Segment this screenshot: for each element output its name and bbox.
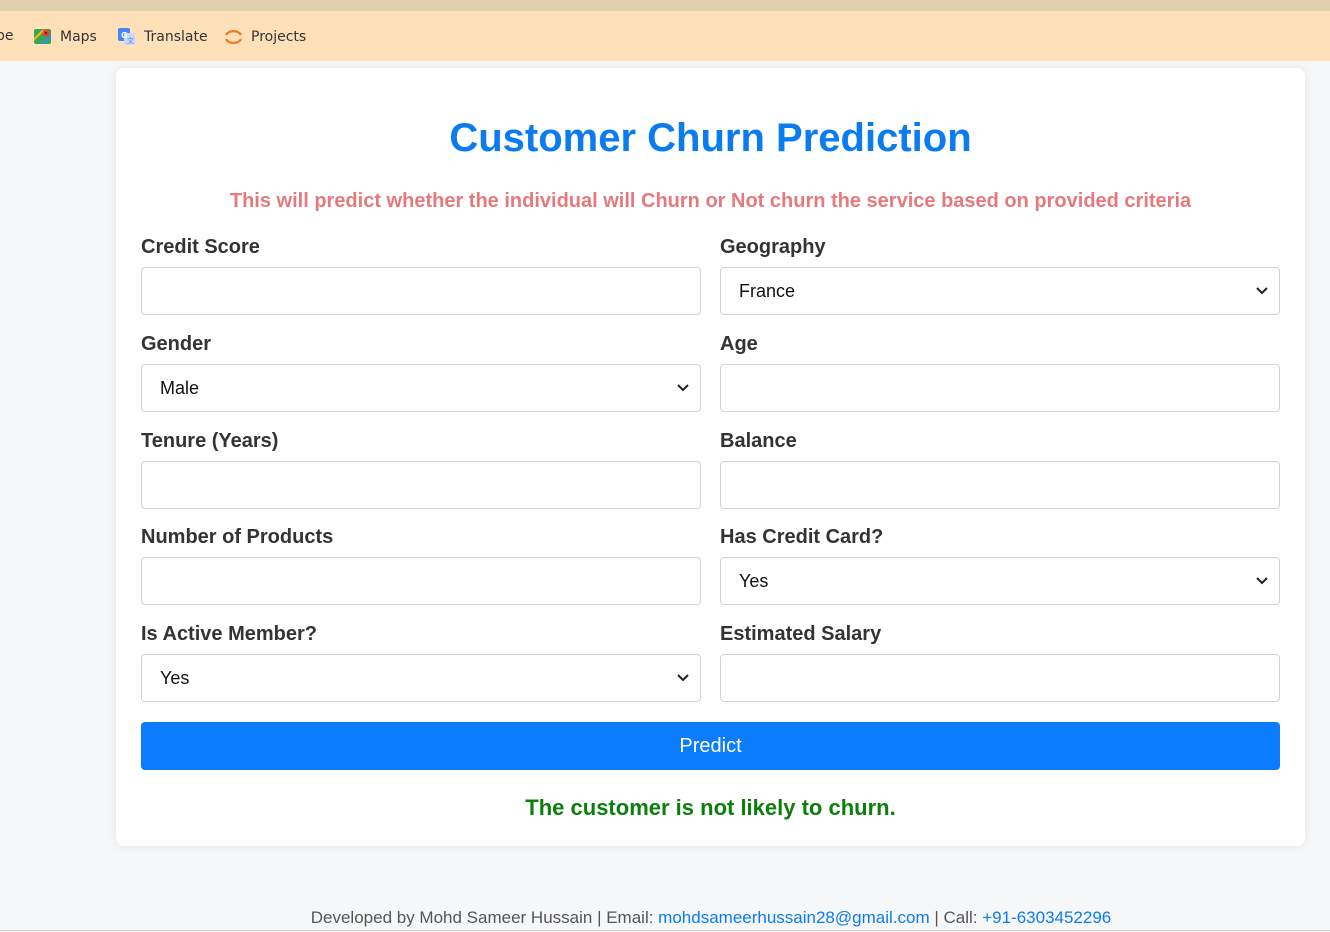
maps-icon (33, 27, 52, 46)
prediction-result: The customer is not likely to churn. (525, 795, 896, 820)
num-products-input[interactable] (141, 557, 701, 605)
estimated-salary-input[interactable] (720, 654, 1280, 702)
bookmark-label: Translate (144, 28, 208, 45)
num-products-group: Number of Products (141, 526, 701, 605)
has-credit-card-select[interactable]: Yes (720, 557, 1280, 605)
balance-group: Balance (720, 430, 1280, 509)
chevron-down-icon (1256, 287, 1268, 295)
tenure-group: Tenure (Years) (141, 430, 701, 509)
num-products-label: Number of Products (141, 526, 334, 548)
bookmarks-bar: pe Maps G 文 Translate Projects (0, 11, 1330, 61)
phone-link[interactable]: +91-6303452296 (982, 908, 1111, 927)
email-link[interactable]: mohdsameerhussain28@gmail.com (658, 908, 929, 927)
gender-label: Gender (141, 333, 212, 355)
has-credit-card-label: Has Credit Card? (720, 526, 884, 548)
age-group: Age (720, 333, 1280, 412)
credit-score-input[interactable] (141, 267, 701, 315)
footer-prefix: Developed by Mohd Sameer Hussain | Email… (310, 908, 659, 927)
chevron-down-icon (677, 674, 689, 682)
translate-icon: G 文 (117, 27, 136, 46)
credit-score-label: Credit Score (141, 236, 260, 258)
tenure-label: Tenure (Years) (141, 430, 279, 452)
geography-select[interactable]: France (720, 267, 1280, 315)
bookmark-label: pe (0, 28, 14, 44)
tenure-input[interactable] (141, 461, 701, 509)
page-subtitle: This will predict whether the individual… (229, 190, 1192, 212)
geography-group: Geography France (720, 236, 1280, 315)
browser-tab-strip (0, 0, 1330, 11)
age-label: Age (720, 333, 758, 355)
has-credit-card-group: Has Credit Card? Yes (720, 526, 1280, 605)
footer-divider (0, 930, 1330, 931)
active-member-label: Is Active Member? (141, 623, 317, 645)
predict-button[interactable]: Predict (141, 722, 1280, 770)
estimated-salary-group: Estimated Salary (720, 623, 1280, 702)
svg-text:文: 文 (127, 36, 134, 45)
page-title: Customer Churn Prediction (449, 116, 972, 160)
bookmark-item-truncated[interactable]: pe (0, 28, 14, 44)
footer: Developed by Mohd Sameer Hussain | Email… (0, 908, 1330, 928)
chevron-down-icon (1256, 577, 1268, 585)
prediction-card: Customer Churn Prediction This will pred… (116, 68, 1305, 846)
has-credit-card-value: Yes (739, 570, 769, 591)
gender-group: Gender Male (141, 333, 701, 412)
geography-label: Geography (720, 236, 826, 258)
active-member-select[interactable]: Yes (141, 654, 701, 702)
bookmark-label: Projects (251, 28, 307, 45)
balance-input[interactable] (720, 461, 1280, 509)
balance-label: Balance (720, 430, 797, 452)
bookmark-maps[interactable]: Maps (33, 27, 97, 46)
chevron-down-icon (677, 384, 689, 392)
geography-value: France (739, 280, 796, 301)
gender-select[interactable]: Male (141, 364, 701, 412)
active-member-value: Yes (160, 667, 190, 688)
estimated-salary-label: Estimated Salary (720, 623, 882, 645)
gender-value: Male (160, 377, 200, 398)
credit-score-group: Credit Score (141, 236, 701, 315)
age-input[interactable] (720, 364, 1280, 412)
active-member-group: Is Active Member? Yes (141, 623, 701, 702)
bookmark-projects[interactable]: Projects (224, 27, 306, 46)
bookmark-label: Maps (60, 28, 97, 45)
projects-icon (224, 27, 243, 46)
bookmark-translate[interactable]: G 文 Translate (117, 27, 208, 46)
footer-separator: | Call: (929, 908, 983, 927)
